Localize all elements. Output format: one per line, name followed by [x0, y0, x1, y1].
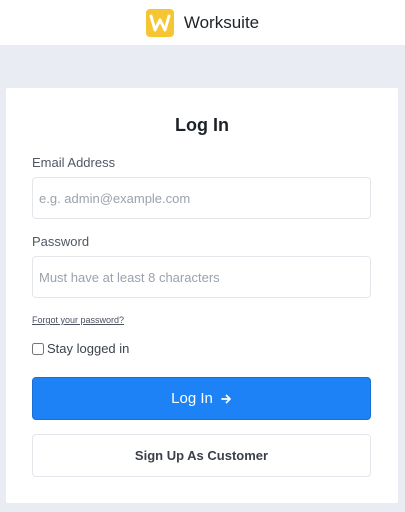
login-button[interactable]: Log In — [32, 377, 371, 420]
worksuite-logo-icon — [145, 8, 174, 37]
email-input[interactable] — [32, 177, 371, 219]
login-title: Log In — [175, 115, 229, 135]
stay-logged-in-checkbox[interactable] — [32, 342, 44, 355]
top-bar: Worksuite — [0, 0, 405, 45]
brand-name: Worksuite — [183, 12, 260, 32]
signup-customer-button[interactable]: Sign Up As Customer — [32, 434, 371, 477]
login-card: Log In Email Address Password Forgot you… — [6, 88, 398, 503]
login-button-label: Log In — [171, 390, 213, 407]
arrow-right-icon — [220, 394, 231, 403]
forgot-password-link[interactable]: Forgot your password? — [32, 315, 124, 325]
password-label: Password — [32, 234, 90, 249]
stay-logged-in-label: Stay logged in — [47, 341, 130, 356]
password-input[interactable] — [32, 256, 371, 298]
signup-button-label: Sign Up As Customer — [134, 448, 269, 463]
stay-logged-in[interactable]: Stay logged in — [32, 341, 129, 356]
email-label: Email Address — [32, 155, 116, 170]
brand[interactable]: Worksuite — [145, 8, 260, 37]
